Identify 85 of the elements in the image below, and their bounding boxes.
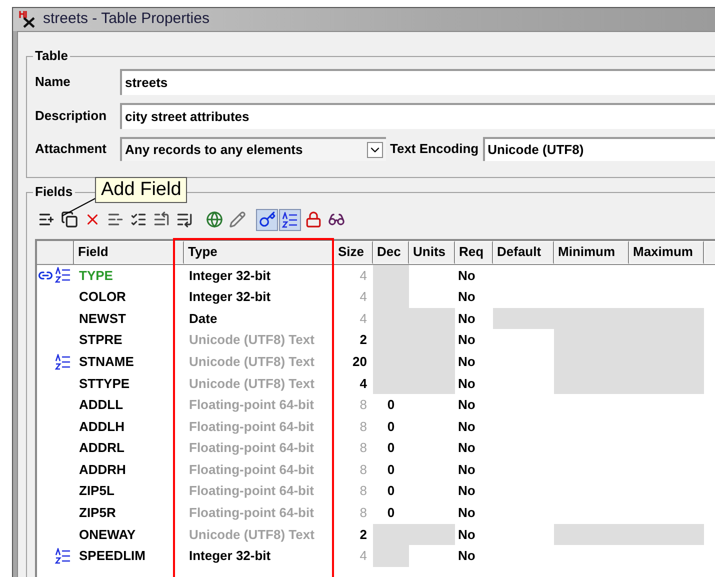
key-icon[interactable] [256,208,278,230]
required-cell-text: No [457,460,476,479]
column-header[interactable]: Field [74,240,184,264]
column-header[interactable]: Req [455,240,493,264]
required-cell-text: No [457,439,476,458]
decimals-cell-text: 0 [387,396,395,414]
field-label: Text Encoding [389,140,480,158]
required-cell-text: No [457,482,476,500]
field-name: ONEWAY [78,526,137,544]
type-cell-text: Integer 32-bit [188,288,272,306]
type-cell-text: Unicode (UTF8) Text [188,374,316,393]
type-cell-text: Integer 32-bit [188,266,272,285]
field-name: STNAME [78,352,135,371]
decimals-cell-text: 0 [387,439,395,458]
required-cell-text: No [457,331,476,350]
type-cell-text: Floating-point 64-bit [188,439,315,458]
required-cell-text: No [457,547,476,566]
type-cell-text: Unicode (UTF8) Text [188,331,316,350]
column-header[interactable]: Minimum [554,240,629,264]
field-name: COLOR [78,288,127,306]
decimals-cell-text: 0 [387,418,395,436]
column-header[interactable]: Default [493,240,554,264]
size-cell-text: 4 [358,310,368,328]
field-name: NEWST [78,310,127,328]
type-cell-text: Floating-point 64-bit [188,482,315,500]
required-cell-text: No [457,374,476,393]
size-cell-text: 4 [358,288,368,306]
field-name: ADDLL [78,396,124,414]
type-cell-text: Floating-point 64-bit [188,460,315,479]
description-input[interactable]: city street attributes [120,102,715,128]
size-cell-text: 2 [358,331,368,350]
size-cell-text: 8 [358,418,368,436]
type-cell-text: Unicode (UTF8) Text [188,352,316,371]
column-header[interactable]: Units [409,240,455,264]
type-cell-text: Unicode (UTF8) Text [188,526,316,544]
required-cell-text: No [457,396,476,414]
size-cell-text: 8 [358,439,368,458]
required-cell-text: No [457,310,476,328]
encoding-field[interactable]: Unicode (UTF8) [482,136,715,160]
field-name: ADDRL [78,439,126,458]
size-cell-text: 8 [358,396,368,414]
type-cell-text: Integer 32-bit [188,547,272,566]
type-cell-text: Floating-point 64-bit [188,396,315,414]
required-cell-text: No [457,418,476,436]
column-header[interactable]: Dec [373,240,409,264]
column-header[interactable]: Maximum [629,240,704,264]
field-name: ADDRH [78,460,127,479]
field-name: ADDLH [78,418,126,436]
required-cell-text: No [457,352,476,371]
size-cell-text: 2 [358,526,368,544]
size-cell-text: 8 [358,504,368,522]
decimals-cell-text: 0 [387,460,395,479]
type-cell-text: Floating-point 64-bit [188,504,315,522]
field-label: Name [35,72,72,91]
sort-list-button[interactable] [279,208,301,230]
decimals-cell-text: 0 [387,482,395,500]
field-name: STPRE [78,331,124,350]
app-logo-icon [19,10,37,28]
field-name: ZIP5R [78,504,117,522]
field-name: TYPE [78,266,114,285]
field-name: STTYPE [78,374,131,393]
size-cell-text: 8 [358,482,368,500]
size-cell-text: 4 [358,374,368,393]
field-name: SPEEDLIM [78,547,146,566]
field-name: ZIP5L [78,482,116,500]
tooltip: Add Field [95,177,188,203]
required-cell-text: No [457,266,476,285]
size-cell-text: 20 [352,352,368,371]
required-cell-text: No [457,504,476,522]
required-cell-text: No [457,288,476,306]
window-title: streets - Table Properties [43,9,210,29]
column-header[interactable]: Type [184,240,334,264]
size-cell-text: 4 [358,547,368,566]
sort-list-icon [282,212,298,228]
decimals-cell-text: 0 [387,504,395,522]
field-label: Attachment [35,140,108,158]
name-input[interactable]: streets [120,68,715,94]
required-cell-text: No [457,526,476,544]
type-cell-text: Date [188,310,218,328]
size-cell-text: 4 [358,266,368,285]
field-label: Description [35,106,108,125]
size-cell-text: 8 [358,460,368,479]
column-header[interactable]: Size [334,240,373,264]
attachment-dropdown[interactable]: Any records to any elements [120,136,386,160]
type-cell-text: Floating-point 64-bit [188,418,315,436]
